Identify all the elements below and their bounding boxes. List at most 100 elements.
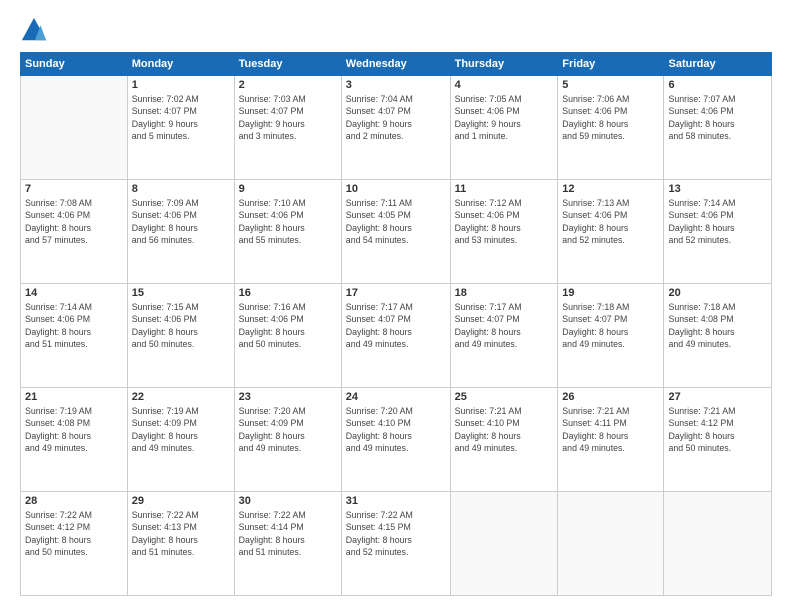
weekday-header-monday: Monday xyxy=(127,53,234,76)
calendar-cell xyxy=(664,492,772,596)
day-number: 23 xyxy=(239,391,337,403)
calendar-cell: 16 Sunrise: 7:16 AM Sunset: 4:06 PM Dayli… xyxy=(234,284,341,388)
day-number: 2 xyxy=(239,79,337,91)
weekday-header-thursday: Thursday xyxy=(450,53,558,76)
header xyxy=(20,16,772,44)
day-info: Sunrise: 7:19 AM Sunset: 4:09 PM Dayligh… xyxy=(132,405,230,454)
day-info: Sunrise: 7:10 AM Sunset: 4:06 PM Dayligh… xyxy=(239,197,337,246)
day-number: 8 xyxy=(132,183,230,195)
calendar-cell: 31 Sunrise: 7:22 AM Sunset: 4:15 PM Dayli… xyxy=(341,492,450,596)
week-row-3: 21 Sunrise: 7:19 AM Sunset: 4:08 PM Dayli… xyxy=(21,388,772,492)
weekday-header-friday: Friday xyxy=(558,53,664,76)
day-info: Sunrise: 7:17 AM Sunset: 4:07 PM Dayligh… xyxy=(455,301,554,350)
week-row-2: 14 Sunrise: 7:14 AM Sunset: 4:06 PM Dayli… xyxy=(21,284,772,388)
day-number: 20 xyxy=(668,287,767,299)
calendar-cell: 14 Sunrise: 7:14 AM Sunset: 4:06 PM Dayli… xyxy=(21,284,128,388)
calendar-cell: 11 Sunrise: 7:12 AM Sunset: 4:06 PM Dayli… xyxy=(450,180,558,284)
day-number: 17 xyxy=(346,287,446,299)
calendar-cell: 8 Sunrise: 7:09 AM Sunset: 4:06 PM Daylig… xyxy=(127,180,234,284)
calendar-cell: 18 Sunrise: 7:17 AM Sunset: 4:07 PM Dayli… xyxy=(450,284,558,388)
week-row-4: 28 Sunrise: 7:22 AM Sunset: 4:12 PM Dayli… xyxy=(21,492,772,596)
calendar-cell xyxy=(558,492,664,596)
calendar-cell: 4 Sunrise: 7:05 AM Sunset: 4:06 PM Daylig… xyxy=(450,76,558,180)
day-number: 7 xyxy=(25,183,123,195)
calendar-table: SundayMondayTuesdayWednesdayThursdayFrid… xyxy=(20,52,772,596)
weekday-header-row: SundayMondayTuesdayWednesdayThursdayFrid… xyxy=(21,53,772,76)
calendar-cell: 24Sunrise: 7:20 AM Sunset: 4:10 PM Dayli… xyxy=(341,388,450,492)
day-number: 30 xyxy=(239,495,337,507)
day-info: Sunrise: 7:14 AM Sunset: 4:06 PM Dayligh… xyxy=(25,301,123,350)
calendar-cell: 20Sunrise: 7:18 AM Sunset: 4:08 PM Dayli… xyxy=(664,284,772,388)
day-number: 11 xyxy=(455,183,554,195)
calendar-cell xyxy=(450,492,558,596)
day-info: Sunrise: 7:05 AM Sunset: 4:06 PM Dayligh… xyxy=(455,93,554,142)
day-info: Sunrise: 7:20 AM Sunset: 4:09 PM Dayligh… xyxy=(239,405,337,454)
day-number: 29 xyxy=(132,495,230,507)
calendar-cell: 6Sunrise: 7:07 AM Sunset: 4:06 PM Daylig… xyxy=(664,76,772,180)
day-number: 5 xyxy=(562,79,659,91)
calendar-cell: 23 Sunrise: 7:20 AM Sunset: 4:09 PM Dayli… xyxy=(234,388,341,492)
day-number: 21 xyxy=(25,391,123,403)
day-info: Sunrise: 7:14 AM Sunset: 4:06 PM Dayligh… xyxy=(668,197,767,246)
calendar-cell: 15 Sunrise: 7:15 AM Sunset: 4:06 PM Dayli… xyxy=(127,284,234,388)
day-info: Sunrise: 7:18 AM Sunset: 4:07 PM Dayligh… xyxy=(562,301,659,350)
day-number: 6 xyxy=(668,79,767,91)
day-info: Sunrise: 7:02 AM Sunset: 4:07 PM Dayligh… xyxy=(132,93,230,142)
day-number: 3 xyxy=(346,79,446,91)
calendar-cell: 19 Sunrise: 7:18 AM Sunset: 4:07 PM Dayli… xyxy=(558,284,664,388)
day-number: 13 xyxy=(668,183,767,195)
day-number: 9 xyxy=(239,183,337,195)
calendar-cell: 2 Sunrise: 7:03 AM Sunset: 4:07 PM Daylig… xyxy=(234,76,341,180)
calendar-cell: 1 Sunrise: 7:02 AM Sunset: 4:07 PM Daylig… xyxy=(127,76,234,180)
day-number: 18 xyxy=(455,287,554,299)
calendar-cell: 27 Sunrise: 7:21 AM Sunset: 4:12 PM Dayli… xyxy=(664,388,772,492)
day-number: 25 xyxy=(455,391,554,403)
day-number: 19 xyxy=(562,287,659,299)
day-info: Sunrise: 7:21 AM Sunset: 4:12 PM Dayligh… xyxy=(668,405,767,454)
day-info: Sunrise: 7:22 AM Sunset: 4:12 PM Dayligh… xyxy=(25,509,123,558)
logo-icon xyxy=(20,16,48,44)
day-number: 22 xyxy=(132,391,230,403)
day-info: Sunrise: 7:11 AM Sunset: 4:05 PM Dayligh… xyxy=(346,197,446,246)
calendar-cell: 7 Sunrise: 7:08 AM Sunset: 4:06 PM Daylig… xyxy=(21,180,128,284)
weekday-header-saturday: Saturday xyxy=(664,53,772,76)
calendar-cell: 12Sunrise: 7:13 AM Sunset: 4:06 PM Dayli… xyxy=(558,180,664,284)
weekday-header-sunday: Sunday xyxy=(21,53,128,76)
day-number: 28 xyxy=(25,495,123,507)
day-info: Sunrise: 7:19 AM Sunset: 4:08 PM Dayligh… xyxy=(25,405,123,454)
weekday-header-wednesday: Wednesday xyxy=(341,53,450,76)
day-info: Sunrise: 7:16 AM Sunset: 4:06 PM Dayligh… xyxy=(239,301,337,350)
day-info: Sunrise: 7:09 AM Sunset: 4:06 PM Dayligh… xyxy=(132,197,230,246)
logo xyxy=(20,16,52,44)
weekday-header-tuesday: Tuesday xyxy=(234,53,341,76)
day-info: Sunrise: 7:22 AM Sunset: 4:15 PM Dayligh… xyxy=(346,509,446,558)
day-info: Sunrise: 7:03 AM Sunset: 4:07 PM Dayligh… xyxy=(239,93,337,142)
calendar-cell: 26Sunrise: 7:21 AM Sunset: 4:11 PM Dayli… xyxy=(558,388,664,492)
day-info: Sunrise: 7:08 AM Sunset: 4:06 PM Dayligh… xyxy=(25,197,123,246)
page: SundayMondayTuesdayWednesdayThursdayFrid… xyxy=(0,0,792,612)
calendar-cell: 5 Sunrise: 7:06 AM Sunset: 4:06 PM Daylig… xyxy=(558,76,664,180)
calendar-cell: 17 Sunrise: 7:17 AM Sunset: 4:07 PM Dayli… xyxy=(341,284,450,388)
day-info: Sunrise: 7:04 AM Sunset: 4:07 PM Dayligh… xyxy=(346,93,446,142)
day-number: 1 xyxy=(132,79,230,91)
calendar-cell: 10Sunrise: 7:11 AM Sunset: 4:05 PM Dayli… xyxy=(341,180,450,284)
calendar-cell: 28 Sunrise: 7:22 AM Sunset: 4:12 PM Dayli… xyxy=(21,492,128,596)
day-info: Sunrise: 7:17 AM Sunset: 4:07 PM Dayligh… xyxy=(346,301,446,350)
day-number: 16 xyxy=(239,287,337,299)
day-number: 14 xyxy=(25,287,123,299)
calendar-cell: 30Sunrise: 7:22 AM Sunset: 4:14 PM Dayli… xyxy=(234,492,341,596)
day-info: Sunrise: 7:06 AM Sunset: 4:06 PM Dayligh… xyxy=(562,93,659,142)
day-number: 24 xyxy=(346,391,446,403)
day-info: Sunrise: 7:12 AM Sunset: 4:06 PM Dayligh… xyxy=(455,197,554,246)
calendar-cell: 13 Sunrise: 7:14 AM Sunset: 4:06 PM Dayli… xyxy=(664,180,772,284)
day-info: Sunrise: 7:15 AM Sunset: 4:06 PM Dayligh… xyxy=(132,301,230,350)
day-number: 31 xyxy=(346,495,446,507)
calendar-cell: 22 Sunrise: 7:19 AM Sunset: 4:09 PM Dayli… xyxy=(127,388,234,492)
day-number: 12 xyxy=(562,183,659,195)
week-row-0: 1 Sunrise: 7:02 AM Sunset: 4:07 PM Daylig… xyxy=(21,76,772,180)
day-number: 27 xyxy=(668,391,767,403)
day-info: Sunrise: 7:21 AM Sunset: 4:11 PM Dayligh… xyxy=(562,405,659,454)
day-number: 15 xyxy=(132,287,230,299)
day-number: 4 xyxy=(455,79,554,91)
calendar-cell: 29Sunrise: 7:22 AM Sunset: 4:13 PM Dayli… xyxy=(127,492,234,596)
